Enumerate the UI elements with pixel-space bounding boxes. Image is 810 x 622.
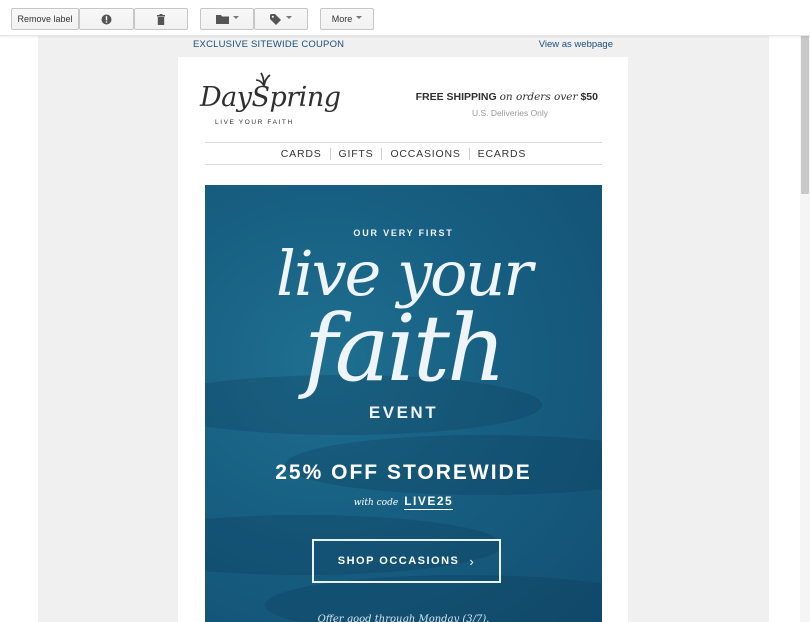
nav-gifts[interactable]: GIFTS xyxy=(331,148,382,160)
hero-script-line2: faith xyxy=(303,295,507,402)
remove-label-text: Remove label xyxy=(17,14,73,24)
move-to-button[interactable] xyxy=(200,8,254,30)
brand-name: DaySpring xyxy=(200,82,341,113)
nav-divider-top xyxy=(205,142,602,143)
report-spam-button[interactable] xyxy=(79,8,134,30)
view-as-webpage-link[interactable]: View as webpage xyxy=(539,39,613,50)
chevron-down-icon xyxy=(286,15,292,19)
chevron-down-icon xyxy=(356,15,363,19)
brand-tagline: LIVE YOUR FAITH xyxy=(215,119,294,126)
chevron-right-icon: › xyxy=(469,553,476,569)
shipping-amount: $50 xyxy=(580,91,598,103)
hero-banner[interactable]: OUR VERY FIRST live your faith EVENT 25%… xyxy=(205,185,602,622)
toolbar: Remove label More xyxy=(0,0,810,36)
hero-fine-print: Offer good through Monday (3/7). xyxy=(317,614,490,622)
labels-button[interactable] xyxy=(254,8,308,30)
shipping-bold: FREE SHIPPING xyxy=(415,91,497,103)
chevron-down-icon xyxy=(232,15,239,19)
more-button[interactable]: More xyxy=(320,8,374,30)
exclamation-icon xyxy=(101,14,112,24)
delete-button[interactable] xyxy=(134,8,188,30)
shipping-italic: on orders over xyxy=(499,91,578,103)
folder-icon xyxy=(215,15,229,24)
more-label: More xyxy=(331,14,353,24)
free-shipping-text: FREE SHIPPING on orders over $50 xyxy=(416,91,598,103)
nav-ecards[interactable]: ECARDS xyxy=(470,148,535,160)
email-nav: CARDS GIFTS OCCASIONS ECARDS xyxy=(205,146,602,162)
shipping-subtext: U.S. Deliveries Only xyxy=(472,108,549,118)
hero-code-line: with code LIVE25 xyxy=(205,492,602,510)
hero-offer: 25% OFF STOREWIDE xyxy=(275,461,532,484)
nav-cards[interactable]: CARDS xyxy=(273,148,330,160)
nav-divider-bottom xyxy=(205,164,602,165)
scrollbar-thumb[interactable] xyxy=(801,26,809,194)
trash-icon xyxy=(157,13,165,25)
code-prefix: with code xyxy=(353,498,399,508)
tag-icon xyxy=(270,13,281,25)
dayspring-logo[interactable]: DaySpring LIVE YOUR FAITH xyxy=(200,72,341,132)
promo-code: LIVE25 xyxy=(404,494,454,510)
hero-event: EVENT xyxy=(368,403,439,422)
email-preheader: EXCLUSIVE SITEWIDE COUPON xyxy=(193,39,345,50)
cta-label: SHOP OCCASIONS xyxy=(337,555,460,567)
shop-occasions-button[interactable]: SHOP OCCASIONS › xyxy=(312,539,501,583)
nav-occasions[interactable]: OCCASIONS xyxy=(382,148,468,160)
remove-label-button[interactable]: Remove label xyxy=(11,8,79,30)
